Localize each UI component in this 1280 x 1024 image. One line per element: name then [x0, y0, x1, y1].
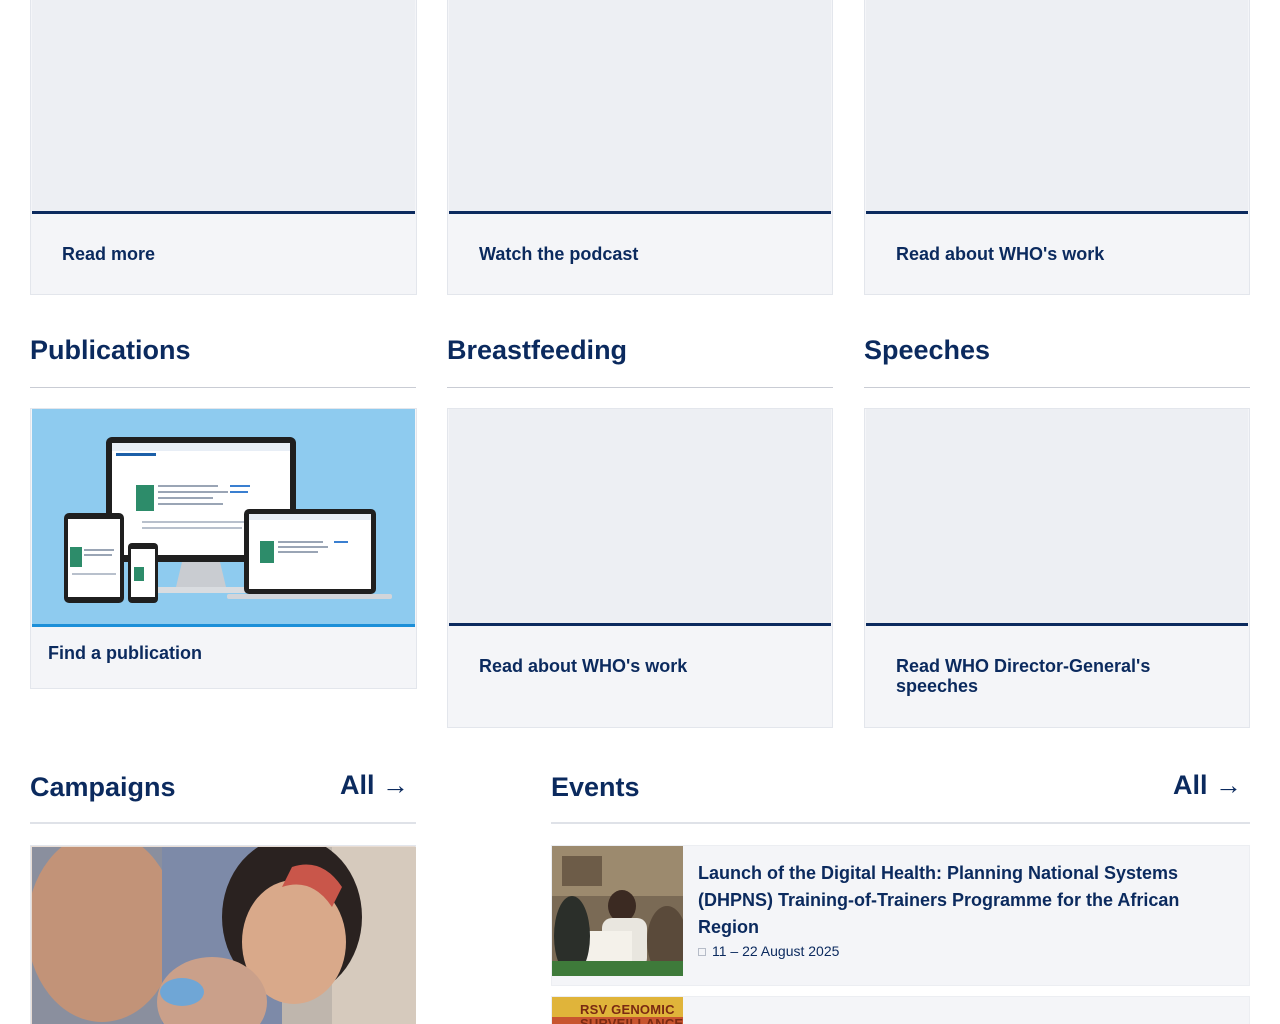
event-thumbnail-text: RSV GENOMIC SURVEILLANCE [580, 1002, 684, 1024]
top-card-1[interactable]: Read more [30, 0, 417, 295]
speeches-card[interactable]: Read WHO Director-General's speeches [864, 408, 1250, 728]
event-item[interactable]: RSV GENOMIC SURVEILLANCE [551, 996, 1250, 1024]
find-publication-link[interactable]: Find a publication [48, 643, 202, 663]
breastfeeding-heading: Breastfeeding [447, 335, 628, 365]
read-more-link[interactable]: Read more [62, 244, 155, 264]
publications-divider [30, 387, 416, 388]
events-all-link[interactable]: All → [1173, 770, 1242, 801]
card-image-placeholder [449, 409, 831, 626]
campaigns-all-link[interactable]: All → [340, 770, 409, 801]
read-about-who-work-link[interactable]: Read about WHO's work [479, 656, 687, 676]
card-image-placeholder [866, 0, 1248, 214]
breastfeeding-divider [447, 387, 833, 388]
event-title[interactable]: Launch of the Digital Health: Planning N… [698, 860, 1209, 941]
card-image-placeholder [32, 0, 415, 214]
event-date: 11 – 22 August 2025 [698, 943, 839, 959]
campaign-photo [32, 847, 416, 1024]
events-heading: Events [551, 772, 640, 802]
campaign-card[interactable] [30, 845, 416, 1024]
campaigns-divider [30, 822, 416, 824]
campaigns-heading: Campaigns [30, 772, 176, 802]
top-card-2[interactable]: Watch the podcast [447, 0, 833, 295]
events-divider [551, 822, 1250, 824]
publications-card[interactable]: Find a publication [30, 408, 417, 689]
speeches-heading: Speeches [864, 335, 991, 365]
read-about-who-work-link[interactable]: Read about WHO's work [896, 244, 1104, 264]
speeches-divider [864, 387, 1250, 388]
calendar-icon [698, 948, 706, 957]
breastfeeding-card[interactable]: Read about WHO's work [447, 408, 833, 728]
event-thumbnail [552, 846, 683, 976]
card-image-placeholder [449, 0, 831, 214]
watch-podcast-link[interactable]: Watch the podcast [479, 244, 638, 264]
top-card-3[interactable]: Read about WHO's work [864, 0, 1250, 295]
event-item[interactable]: Launch of the Digital Health: Planning N… [551, 845, 1250, 986]
read-dg-speeches-link[interactable]: Read WHO Director-General's speeches [896, 656, 1196, 696]
card-image-placeholder [866, 409, 1248, 626]
devices-illustration [32, 409, 415, 627]
event-date-text: 11 – 22 August 2025 [712, 943, 840, 959]
publications-heading: Publications [30, 335, 191, 365]
